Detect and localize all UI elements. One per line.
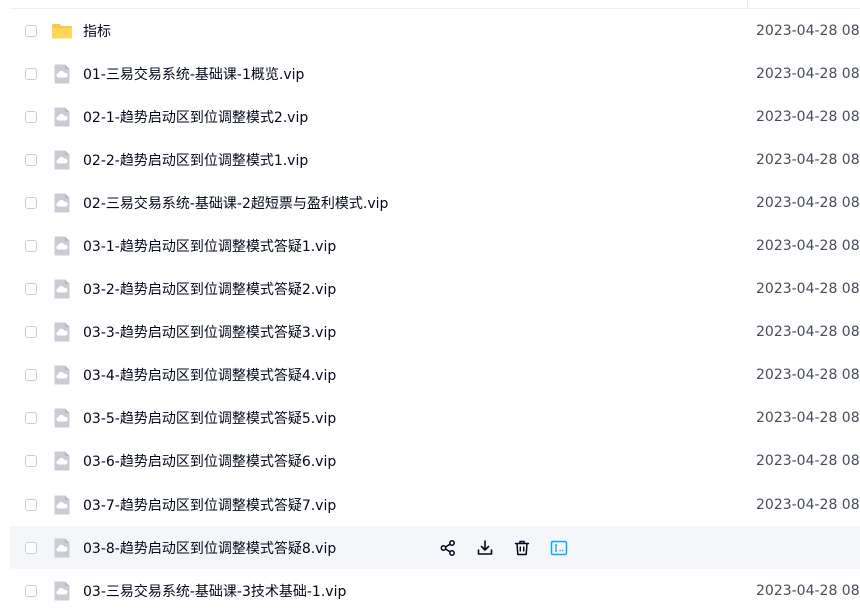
file-name[interactable]: 03-1-趋势启动区到位调整模式答疑1.vip	[83, 236, 336, 256]
delete-icon[interactable]	[512, 538, 532, 558]
file-row[interactable]: 03-三易交易系统-基础课-3技术基础-1.vip 2023-04-28 08:4…	[10, 569, 860, 612]
file-date: 2023-04-28 08:46	[756, 410, 860, 427]
file-name[interactable]: 03-5-趋势启动区到位调整模式答疑5.vip	[83, 408, 336, 428]
file-row[interactable]: 02-1-趋势启动区到位调整模式2.vip 2023-04-28 08:46	[10, 95, 860, 138]
file-icon	[51, 537, 73, 559]
row-checkbox[interactable]	[25, 283, 37, 296]
file-name[interactable]: 02-1-趋势启动区到位调整模式2.vip	[83, 107, 308, 127]
file-row[interactable]: 03-6-趋势启动区到位调整模式答疑6.vip 2023-04-28 08:46	[10, 440, 860, 483]
file-date: 2023-04-28 08:46	[756, 281, 860, 298]
file-icon	[51, 580, 73, 602]
row-checkbox[interactable]	[25, 153, 37, 166]
file-name[interactable]: 03-4-趋势启动区到位调整模式答疑4.vip	[83, 365, 336, 385]
row-checkbox[interactable]	[25, 24, 37, 37]
file-icon	[51, 149, 73, 171]
file-list: 指标 2023-04-28 08:46 01-三易交易系统-基础课-1概览.vip 2…	[0, 9, 860, 612]
file-date: 2023-04-28 08:46	[756, 22, 860, 39]
row-checkbox[interactable]	[25, 240, 37, 253]
file-date: 2023-04-28 08:46	[756, 453, 860, 470]
file-icon	[51, 63, 73, 85]
file-icon	[51, 364, 73, 386]
file-date: 2023-04-28 08:46	[756, 65, 860, 82]
file-date: 2023-04-28 08:46	[756, 151, 860, 168]
file-row[interactable]: 03-2-趋势启动区到位调整模式答疑2.vip 2023-04-28 08:46	[10, 268, 860, 311]
row-checkbox[interactable]	[25, 110, 37, 123]
folder-icon	[51, 20, 73, 42]
file-row[interactable]: 03-7-趋势启动区到位调整模式答疑7.vip 2023-04-28 08:46	[10, 483, 860, 526]
file-icon	[51, 494, 73, 516]
file-row[interactable]: 03-4-趋势启动区到位调整模式答疑4.vip 2023-04-28 08:46	[10, 354, 860, 397]
file-date: 2023-04-28 08:46	[756, 324, 860, 341]
row-checkbox[interactable]	[25, 412, 37, 425]
file-row[interactable]: 03-1-趋势启动区到位调整模式答疑1.vip 2023-04-28 08:46	[10, 224, 860, 267]
file-date: 2023-04-28 08:46	[756, 496, 860, 513]
file-date: 2023-04-28 08:46	[756, 238, 860, 255]
file-row[interactable]: 03-8-趋势启动区到位调整模式答疑8.vip	[10, 526, 860, 570]
rename-icon[interactable]	[549, 538, 569, 558]
file-icon	[51, 321, 73, 343]
file-row[interactable]: 01-三易交易系统-基础课-1概览.vip 2023-04-28 08:46	[10, 52, 860, 95]
file-icon	[51, 407, 73, 429]
file-name[interactable]: 指标	[83, 21, 111, 41]
row-actions	[438, 538, 586, 558]
file-row[interactable]: 02-三易交易系统-基础课-2超短票与盈利模式.vip 2023-04-28 08…	[10, 181, 860, 224]
row-checkbox[interactable]	[25, 196, 37, 209]
file-row[interactable]: 03-5-趋势启动区到位调整模式答疑5.vip 2023-04-28 08:46	[10, 397, 860, 440]
download-icon[interactable]	[475, 538, 495, 558]
file-icon	[51, 278, 73, 300]
file-name[interactable]: 02-2-趋势启动区到位调整模式1.vip	[83, 150, 308, 170]
file-icon	[51, 192, 73, 214]
file-date: 2023-04-28 08:46	[756, 367, 860, 384]
share-icon[interactable]	[438, 538, 458, 558]
file-name[interactable]: 03-6-趋势启动区到位调整模式答疑6.vip	[83, 451, 336, 471]
file-name[interactable]: 03-三易交易系统-基础课-3技术基础-1.vip	[83, 581, 346, 601]
file-date: 2023-04-28 08:46	[756, 582, 860, 599]
file-name[interactable]: 01-三易交易系统-基础课-1概览.vip	[83, 64, 304, 84]
row-checkbox[interactable]	[25, 67, 37, 80]
row-checkbox[interactable]	[25, 541, 37, 554]
folder-row[interactable]: 指标 2023-04-28 08:46	[10, 9, 860, 52]
file-row[interactable]: 02-2-趋势启动区到位调整模式1.vip 2023-04-28 08:46	[10, 138, 860, 181]
file-name[interactable]: 03-2-趋势启动区到位调整模式答疑2.vip	[83, 279, 336, 299]
file-icon	[51, 450, 73, 472]
file-row[interactable]: 03-3-趋势启动区到位调整模式答疑3.vip 2023-04-28 08:46	[10, 311, 860, 354]
file-name[interactable]: 03-7-趋势启动区到位调整模式答疑7.vip	[83, 495, 336, 515]
file-date: 2023-04-28 08:46	[756, 194, 860, 211]
column-divider	[747, 0, 748, 8]
row-checkbox[interactable]	[25, 455, 37, 468]
row-checkbox[interactable]	[25, 369, 37, 382]
file-icon	[51, 235, 73, 257]
row-checkbox[interactable]	[25, 584, 37, 597]
file-name[interactable]: 03-3-趋势启动区到位调整模式答疑3.vip	[83, 322, 336, 342]
row-checkbox[interactable]	[25, 326, 37, 339]
file-icon	[51, 106, 73, 128]
file-name[interactable]: 03-8-趋势启动区到位调整模式答疑8.vip	[83, 538, 336, 558]
row-checkbox[interactable]	[25, 498, 37, 511]
file-date: 2023-04-28 08:46	[756, 108, 860, 125]
file-name[interactable]: 02-三易交易系统-基础课-2超短票与盈利模式.vip	[83, 193, 388, 213]
